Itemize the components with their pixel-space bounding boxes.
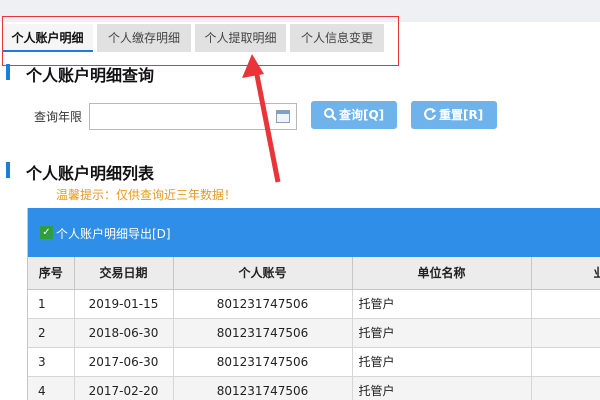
cell-business: 年 [531, 347, 600, 377]
cell-account: 801231747506 [173, 347, 353, 377]
search-icon [324, 108, 337, 121]
table-row[interactable]: 1 2019-01-15 801231747506 托管户 个人 [28, 289, 600, 319]
table-row[interactable]: 4 2017-02-20 801231747506 托管户 单位 [28, 376, 600, 400]
cell-index: 3 [28, 347, 75, 377]
annotation-arrow [242, 54, 281, 183]
year-limit-label: 查询年限 [34, 110, 83, 124]
cell-unit: 托管户 [352, 347, 532, 377]
cell-business: 个人 [531, 289, 600, 319]
cell-date: 2018-06-30 [74, 318, 174, 348]
column-header-index[interactable]: 序号 [28, 257, 75, 290]
cell-index: 2 [28, 318, 75, 348]
column-header-date[interactable]: 交易日期 [74, 257, 174, 290]
refresh-icon [424, 108, 436, 121]
grid-toolbar: ✓ 个人账户明细导出[D] [28, 208, 600, 257]
table-row[interactable]: 3 2017-06-30 801231747506 托管户 年 [28, 347, 600, 377]
cell-unit: 托管户 [352, 376, 532, 400]
tip-text: 温馨提示：仅供查询近三年数据！ [56, 188, 237, 202]
detail-grid: ✓ 个人账户明细导出[D] 序号 交易日期 个人账号 单位名称 业 1 2019… [27, 208, 600, 400]
detail-table: 序号 交易日期 个人账号 单位名称 业 1 2019-01-15 8012317… [28, 257, 600, 400]
title-accent-bar [6, 162, 10, 178]
table-header-row: 序号 交易日期 个人账号 单位名称 业 [28, 257, 600, 290]
column-header-account[interactable]: 个人账号 [173, 257, 353, 290]
cell-account: 801231747506 [173, 376, 353, 400]
column-header-unit[interactable]: 单位名称 [352, 257, 532, 290]
cell-index: 4 [28, 376, 75, 400]
cell-index: 1 [28, 289, 75, 319]
cell-date: 2017-02-20 [74, 376, 174, 400]
cell-unit: 托管户 [352, 318, 532, 348]
cell-business: 年 [531, 318, 600, 348]
search-button[interactable]: 查询[Q] [311, 101, 397, 129]
table-row[interactable]: 2 2018-06-30 801231747506 托管户 年 [28, 318, 600, 348]
cell-date: 2019-01-15 [74, 289, 174, 319]
column-header-business[interactable]: 业 [531, 257, 600, 290]
title-accent-bar [6, 64, 10, 80]
cell-account: 801231747506 [173, 289, 353, 319]
cell-date: 2017-06-30 [74, 347, 174, 377]
cell-business: 单位 [531, 376, 600, 400]
reset-button[interactable]: 重置[R] [411, 101, 497, 129]
cell-account: 801231747506 [173, 318, 353, 348]
cell-unit: 托管户 [352, 289, 532, 319]
annotation-highlight-box [2, 16, 399, 66]
excel-export-icon: ✓ [40, 226, 53, 239]
